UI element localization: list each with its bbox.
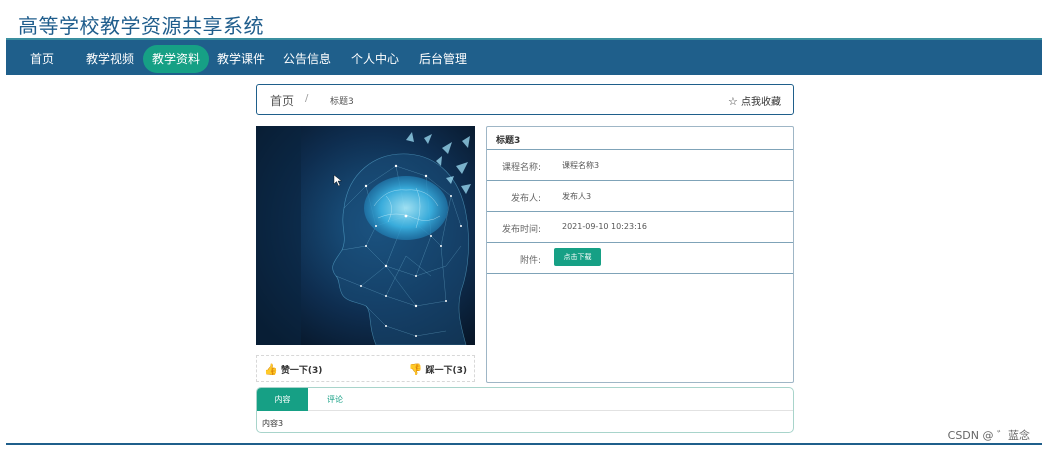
resource-title-row: 标题3 [487, 127, 793, 150]
breadcrumb: 首页 / 标题3 ☆ 点我收藏 [256, 84, 794, 115]
dislike-label: 踩一下(3) [425, 366, 468, 376]
publisher-value: 发布人3 [562, 192, 592, 201]
thumbs-up-icon: 👍 [264, 363, 278, 376]
thumbs-down-icon: 👎 [408, 363, 423, 376]
tabs-header: 内容 评论 [257, 388, 793, 411]
nav-item-teaching-videos[interactable]: 教学视频 [83, 45, 137, 73]
publish-time-label: 发布时间: [501, 225, 541, 235]
like-label: 赞一下(3) [280, 366, 323, 376]
info-row-attachment: 附件: 点击下载 [487, 243, 793, 274]
publisher-label: 发布人: [510, 194, 541, 204]
tab-comments[interactable]: 评论 [319, 388, 351, 411]
like-button[interactable]: 👍 赞一下(3) [264, 363, 322, 376]
nav-item-home[interactable]: 首页 [24, 45, 60, 73]
star-icon: ☆ [727, 95, 738, 108]
nav-item-admin[interactable]: 后台管理 [416, 45, 470, 73]
course-name-value: 课程名称3 [562, 161, 600, 170]
favorite-label: 点我收藏 [741, 97, 781, 108]
resource-title: 标题3 [496, 136, 521, 146]
nav-item-personal-center[interactable]: 个人中心 [348, 45, 402, 73]
vote-bar: 👍 赞一下(3) 👎 踩一下(3) [256, 355, 475, 382]
course-name-label: 课程名称: [501, 163, 541, 173]
nav-item-announcements[interactable]: 公告信息 [280, 45, 334, 73]
info-row-publish-time: 发布时间: 2021-09-10 10:23:16 [487, 212, 793, 243]
info-row-course-name: 课程名称: 课程名称3 [487, 150, 793, 181]
breadcrumb-separator: / [305, 93, 309, 104]
breadcrumb-current: 标题3 [330, 97, 354, 107]
main-navbar: 首页 教学视频 教学资料 教学课件 公告信息 个人中心 后台管理 [6, 38, 1042, 75]
tab-content[interactable]: 内容 [257, 388, 308, 411]
footer-divider [6, 443, 1042, 445]
resource-info-panel: 标题3 课程名称: 课程名称3 发布人: 发布人3 发布时间: 2021-09-… [486, 126, 794, 383]
download-button[interactable]: 点击下载 [554, 248, 601, 266]
content-tabs: 内容 评论 内容3 [256, 387, 794, 433]
favorite-button[interactable]: ☆ 点我收藏 [728, 93, 781, 108]
resource-cover-image [256, 126, 475, 345]
attachment-label: 附件: [519, 256, 541, 266]
dislike-button[interactable]: 👎 踩一下(3) [409, 363, 467, 376]
info-row-publisher: 发布人: 发布人3 [487, 181, 793, 212]
csdn-watermark: CSDN @ ゛蓝念 [947, 429, 1030, 442]
site-title: 高等学校教学资源共享系统 [18, 14, 264, 38]
publish-time-value: 2021-09-10 10:23:16 [562, 222, 647, 231]
nav-item-teaching-courseware[interactable]: 教学课件 [214, 45, 268, 73]
breadcrumb-home-link[interactable]: 首页 [270, 92, 294, 109]
tab-content-body: 内容3 [262, 419, 284, 428]
nav-item-teaching-materials[interactable]: 教学资料 [143, 45, 209, 73]
brain-head-illustration [256, 126, 475, 345]
